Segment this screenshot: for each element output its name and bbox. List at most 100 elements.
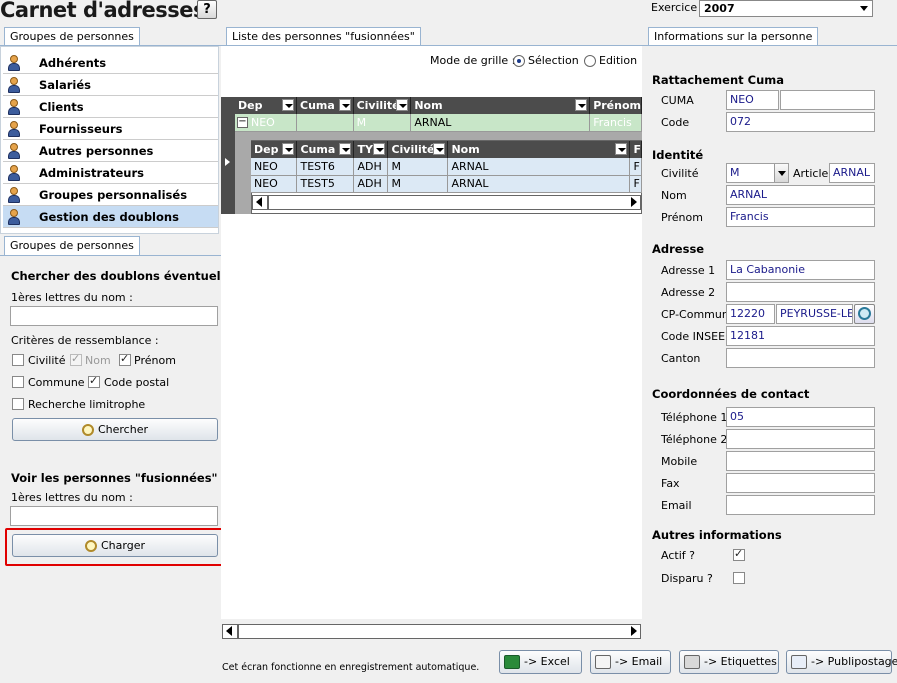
cell-f: F [629,175,642,193]
help-button[interactable]: ? [197,0,217,19]
insee-field[interactable]: 12181 [726,326,875,346]
commune-search-button[interactable] [854,304,875,324]
sub-grid-header-row: Dep Cuma TY Civilité Nom F [251,141,642,158]
cuma-name-field[interactable] [780,90,875,110]
prenom-field[interactable]: Francis [726,207,875,227]
tel2-field[interactable] [726,429,875,449]
printer-icon [684,655,700,669]
scroll-thumb[interactable] [237,625,239,638]
auto-save-note: Cet écran fonctionne en enregistrement a… [222,662,480,673]
tab-liste-fusionnees[interactable]: Liste des personnes "fusionnées" [226,27,421,46]
charger-button[interactable]: Charger [12,534,218,557]
merged-first-letters-label: 1ères lettres du nom : [11,491,133,504]
nav-item-label: Administrateurs [39,166,144,180]
sub-grid-hscrollbar[interactable] [252,195,641,210]
fax-field[interactable] [726,473,875,493]
exercice-select[interactable]: 2007 [699,0,873,17]
main-hscrollbar[interactable] [222,624,641,639]
table-row[interactable]: NEO TEST6 ADH M ARNAL F [251,158,642,176]
edition-radio[interactable] [584,55,596,67]
filter-dropdown-icon [282,99,294,111]
limitrophe-label: Recherche limitrophe [28,398,146,411]
col-prenom[interactable]: Prénom [589,97,642,114]
cell-nom: ARNAL [447,175,631,193]
actif-checkbox[interactable] [733,547,745,561]
col-dep[interactable]: Dep [235,97,297,114]
col-f[interactable]: F [629,141,642,158]
excel-icon [504,655,520,669]
nav-item-administrateurs[interactable]: Administrateurs [3,162,218,184]
code-postal-checkbox[interactable] [88,374,100,388]
article-field[interactable]: ARNAL [829,163,875,183]
merged-name-input[interactable] [10,506,218,526]
nav-item-adherents[interactable]: Adhérents [3,52,218,74]
exercice-value: 2007 [704,2,735,15]
filter-dropdown-icon [282,143,295,155]
col-civilite[interactable]: Civilité [353,97,412,114]
disparu-checkbox[interactable] [733,572,745,584]
tab-informations[interactable]: Informations sur la personne [648,27,819,46]
civilite-checkbox[interactable] [12,354,24,366]
nav-item-label: Salariés [39,78,92,92]
scroll-right-icon[interactable] [631,626,637,636]
col-dep[interactable]: Dep [251,141,298,158]
tel1-field[interactable]: 05 [726,407,875,427]
nom-label: Nom [661,189,687,202]
commune-checkbox[interactable] [12,376,24,388]
cell-civilite: M [387,175,449,193]
selection-radio[interactable] [513,55,525,67]
nom-field[interactable]: ARNAL [726,185,875,205]
email-field[interactable] [726,495,875,515]
nav-item-gestion-doublons[interactable]: Gestion des doublons [3,206,218,228]
chercher-button[interactable]: Chercher [12,418,218,441]
canton-field[interactable] [726,348,875,368]
civilite-select[interactable]: M [726,163,789,183]
etiquettes-button[interactable]: -> Etiquettes [679,650,779,674]
commune-field[interactable]: PEYRUSSE-LE-F [776,304,853,324]
scroll-left-icon[interactable] [256,197,262,207]
adresse-title: Adresse [652,242,705,256]
collapse-icon[interactable]: − [237,117,248,128]
criteria-label: Critères de ressemblance : [11,334,159,347]
tab-groupes-personnes[interactable]: Groupes de personnes [4,27,140,46]
scroll-right-icon[interactable] [631,197,637,207]
table-row[interactable]: − NEO M ARNAL Francis [235,114,642,132]
nav-item-fournisseurs[interactable]: Fournisseurs [3,118,218,140]
col-ty[interactable]: TY [353,141,389,158]
publipostage-button[interactable]: -> Publipostage [786,650,897,674]
excel-button[interactable]: -> Excel [499,650,582,674]
prenom-checkbox[interactable] [119,352,131,366]
col-cuma[interactable]: Cuma [296,97,354,114]
col-cuma[interactable]: Cuma [296,141,355,158]
nav-item-groupes-personnalises[interactable]: Groupes personnalisés [3,184,218,206]
chevron-down-icon[interactable] [774,164,788,182]
mobile-field[interactable] [726,451,875,471]
selection-label: Sélection [528,54,579,67]
person-icon [7,121,21,137]
mail-merge-icon [791,655,807,669]
cp-field[interactable]: 12220 [726,304,775,324]
person-icon [7,77,21,93]
nav-item-salaries[interactable]: Salariés [3,74,218,96]
adresse2-field[interactable] [726,282,875,302]
cuma-field[interactable]: NEO [726,90,779,110]
col-civilite[interactable]: Civilité [387,141,449,158]
adresse1-field[interactable]: La Cabanonie [726,260,875,280]
email-button[interactable]: -> Email [590,650,671,674]
exercice-label: Exercice [651,1,698,14]
tab-groupes-personnes-bottom[interactable]: Groupes de personnes [4,236,140,255]
cell-dep: − NEO [235,114,297,132]
nav-item-clients[interactable]: Clients [3,96,218,118]
nav-item-autres-personnes[interactable]: Autres personnes [3,140,218,162]
scroll-left-icon[interactable] [226,626,232,636]
code-field[interactable]: 072 [726,112,875,132]
fax-label: Fax [661,477,680,490]
col-nom[interactable]: Nom [447,141,631,158]
row-pointer-icon [225,158,230,166]
chercher-label: Chercher [97,423,148,436]
scroll-thumb[interactable] [267,196,269,209]
col-nom[interactable]: Nom [410,97,591,114]
search-name-input[interactable] [10,306,218,326]
limitrophe-checkbox[interactable] [12,398,24,410]
table-row[interactable]: NEO TEST5 ADH M ARNAL F [251,175,642,193]
